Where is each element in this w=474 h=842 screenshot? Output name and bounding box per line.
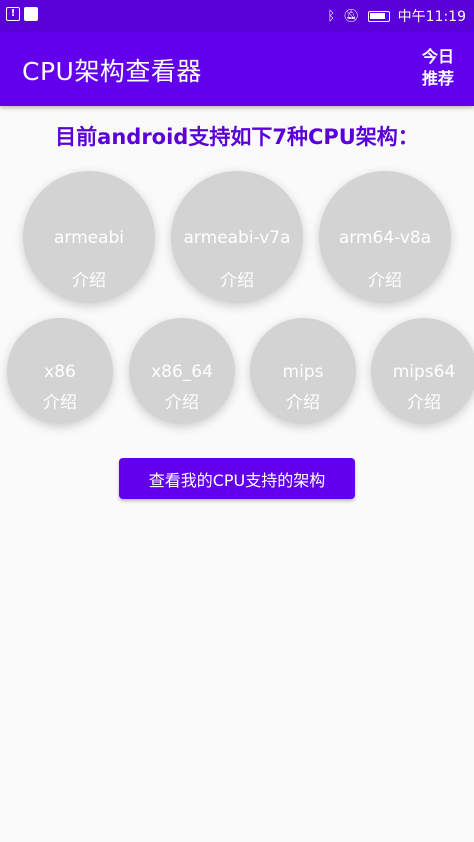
arch-card-mips64[interactable]: mips64 介绍 xyxy=(371,318,474,424)
page-heading: 目前android支持如下7种CPU架构： xyxy=(55,125,419,149)
today-recommend-label-1: 今日 xyxy=(421,47,454,66)
arch-intro-link[interactable]: 介绍 xyxy=(23,266,155,291)
arch-intro-link[interactable]: 介绍 xyxy=(171,266,303,291)
arch-card-x86[interactable]: x86 介绍 xyxy=(7,318,113,424)
arch-card-x86-64[interactable]: x86_64 介绍 xyxy=(129,318,235,424)
app-bar: CPU架构查看器 今日 推荐 xyxy=(0,32,474,106)
arch-name: x86_64 xyxy=(151,362,213,382)
arch-name: x86 xyxy=(44,362,76,382)
status-left-icons: ! xyxy=(6,7,38,21)
today-recommend-button[interactable]: 今日 推荐 xyxy=(418,46,458,90)
arch-name: arm64-v8a xyxy=(338,228,432,248)
mute-icon: 🔕︎ xyxy=(343,8,360,24)
today-recommend-label-2: 推荐 xyxy=(421,69,454,88)
arch-intro-link[interactable]: 介绍 xyxy=(7,388,113,413)
arch-intro-link[interactable]: 介绍 xyxy=(371,388,474,413)
arch-card-armeabi[interactable]: armeabi 介绍 xyxy=(23,171,155,303)
arch-name: mips xyxy=(282,362,324,382)
bluetooth-icon: ᛒ xyxy=(327,8,336,24)
status-bar: ! ᛒ 🔕︎ 中午11:19 xyxy=(0,0,474,32)
arch-name: armeabi xyxy=(53,228,125,248)
check-my-cpu-button[interactable]: 查看我的CPU支持的架构 xyxy=(119,458,355,499)
arch-card-armeabi-v7a[interactable]: armeabi-v7a 介绍 xyxy=(171,171,303,303)
arch-intro-link[interactable]: 介绍 xyxy=(129,388,235,413)
arch-card-arm64-v8a[interactable]: arm64-v8a 介绍 xyxy=(319,171,451,303)
arch-card-mips[interactable]: mips 介绍 xyxy=(250,318,356,424)
status-right: ᛒ 🔕︎ 中午11:19 xyxy=(327,6,466,26)
status-time: 中午11:19 xyxy=(397,9,466,25)
arch-name: armeabi-v7a xyxy=(183,228,291,248)
arch-name: mips64 xyxy=(392,362,456,382)
image-icon xyxy=(24,7,38,21)
arch-intro-link[interactable]: 介绍 xyxy=(250,388,356,413)
battery-icon xyxy=(367,10,390,22)
alert-icon: ! xyxy=(6,7,20,21)
arch-intro-link[interactable]: 介绍 xyxy=(319,266,451,291)
app-title: CPU架构查看器 xyxy=(22,57,202,86)
